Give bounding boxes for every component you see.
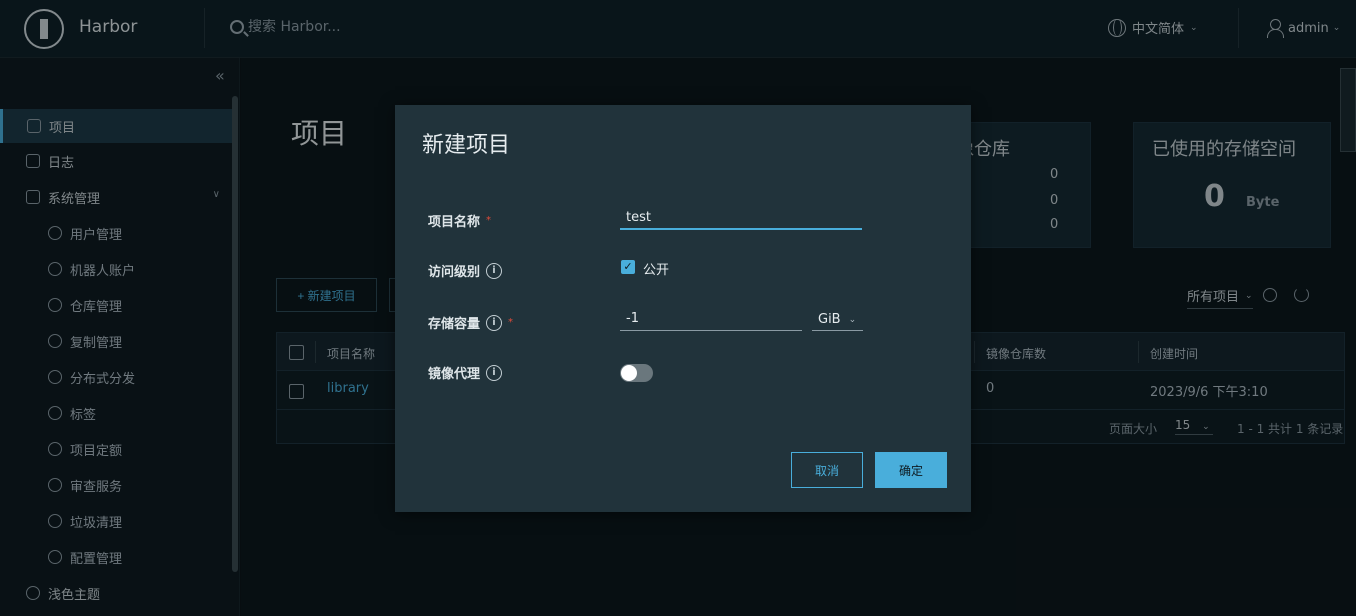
label-text: 存储容量: [428, 317, 481, 332]
cancel-button[interactable]: 取消: [791, 452, 863, 488]
info-icon[interactable]: i: [486, 314, 503, 331]
public-checkbox[interactable]: ✓: [621, 260, 635, 274]
dialog-title: 新建项目: [422, 133, 511, 158]
info-icon[interactable]: i: [486, 262, 503, 279]
public-checkbox-label[interactable]: 公开: [643, 259, 669, 278]
info-icon[interactable]: i: [486, 364, 503, 381]
label-text: 镜像代理: [428, 367, 481, 382]
confirm-button[interactable]: 确定: [875, 452, 947, 488]
storage-quota-input[interactable]: [620, 307, 802, 331]
unit-value: GiB: [818, 312, 841, 327]
project-name-input[interactable]: [620, 206, 862, 230]
chevron-down-icon: ⌄: [848, 314, 857, 325]
label-text: 访问级别: [428, 265, 481, 280]
required-marker: *: [508, 317, 514, 328]
proxy-cache-toggle[interactable]: [620, 364, 653, 382]
new-project-dialog: 新建项目 项目名称 * 访问级别 i ✓ 公开 存储容量 i * GiB ⌄ 镜…: [395, 105, 971, 512]
access-level-label: 访问级别 i: [428, 261, 503, 280]
storage-quota-label: 存储容量 i *: [428, 313, 513, 332]
project-name-label: 项目名称 *: [428, 211, 491, 230]
label-text: 项目名称: [428, 215, 481, 230]
storage-unit-select[interactable]: GiB ⌄: [812, 309, 863, 331]
proxy-cache-label: 镜像代理 i: [428, 363, 503, 382]
required-marker: *: [486, 215, 492, 226]
